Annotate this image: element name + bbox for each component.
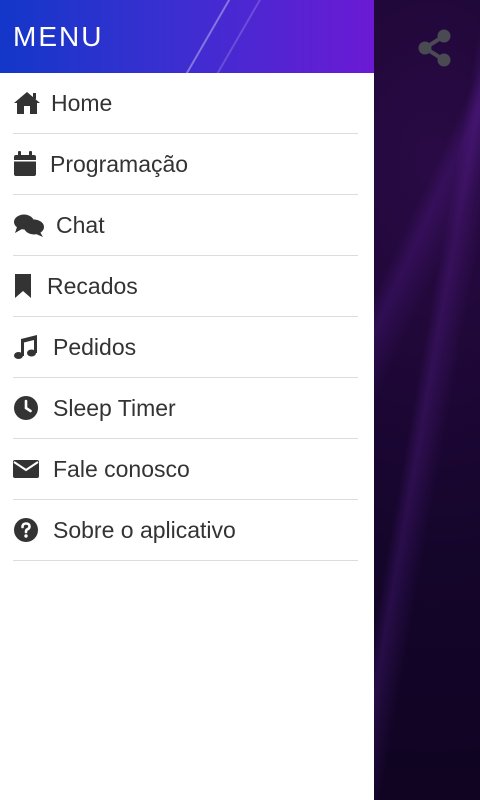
home-icon (13, 89, 41, 117)
menu-item-home[interactable]: Home (13, 73, 358, 134)
menu-list: Home Programação Chat Recados Pedidos Sl… (0, 73, 374, 561)
chat-bubbles-icon (13, 211, 45, 239)
menu-item-recados[interactable]: Recados (13, 256, 358, 317)
bookmark-icon (13, 272, 35, 300)
menu-item-label: Fale conosco (53, 455, 190, 482)
clock-icon (13, 394, 41, 422)
menu-item-pedidos[interactable]: Pedidos (13, 317, 358, 378)
navigation-drawer: MENU Home Programação Chat Recados Pedid… (0, 0, 374, 800)
menu-item-label: Sleep Timer (53, 394, 176, 421)
menu-item-sobre[interactable]: Sobre o aplicativo (13, 500, 358, 561)
share-icon (418, 29, 451, 67)
menu-item-fale-conosco[interactable]: Fale conosco (13, 439, 358, 500)
menu-item-label: Programação (50, 150, 189, 177)
question-circle-icon (13, 516, 41, 544)
menu-item-label: Chat (56, 211, 105, 238)
calendar-icon (13, 150, 37, 178)
drawer-header: MENU (0, 0, 374, 73)
menu-item-label: Home (51, 89, 113, 116)
music-note-icon (13, 333, 41, 361)
menu-item-sleep-timer[interactable]: Sleep Timer (13, 378, 358, 439)
menu-item-label: Sobre o aplicativo (53, 516, 236, 543)
menu-item-label: Recados (47, 272, 138, 299)
menu-item-label: Pedidos (53, 333, 137, 360)
menu-item-programacao[interactable]: Programação (13, 134, 358, 195)
envelope-icon (13, 455, 41, 483)
drawer-title: MENU (13, 21, 104, 52)
share-button[interactable] (412, 25, 458, 71)
menu-item-chat[interactable]: Chat (13, 195, 358, 256)
